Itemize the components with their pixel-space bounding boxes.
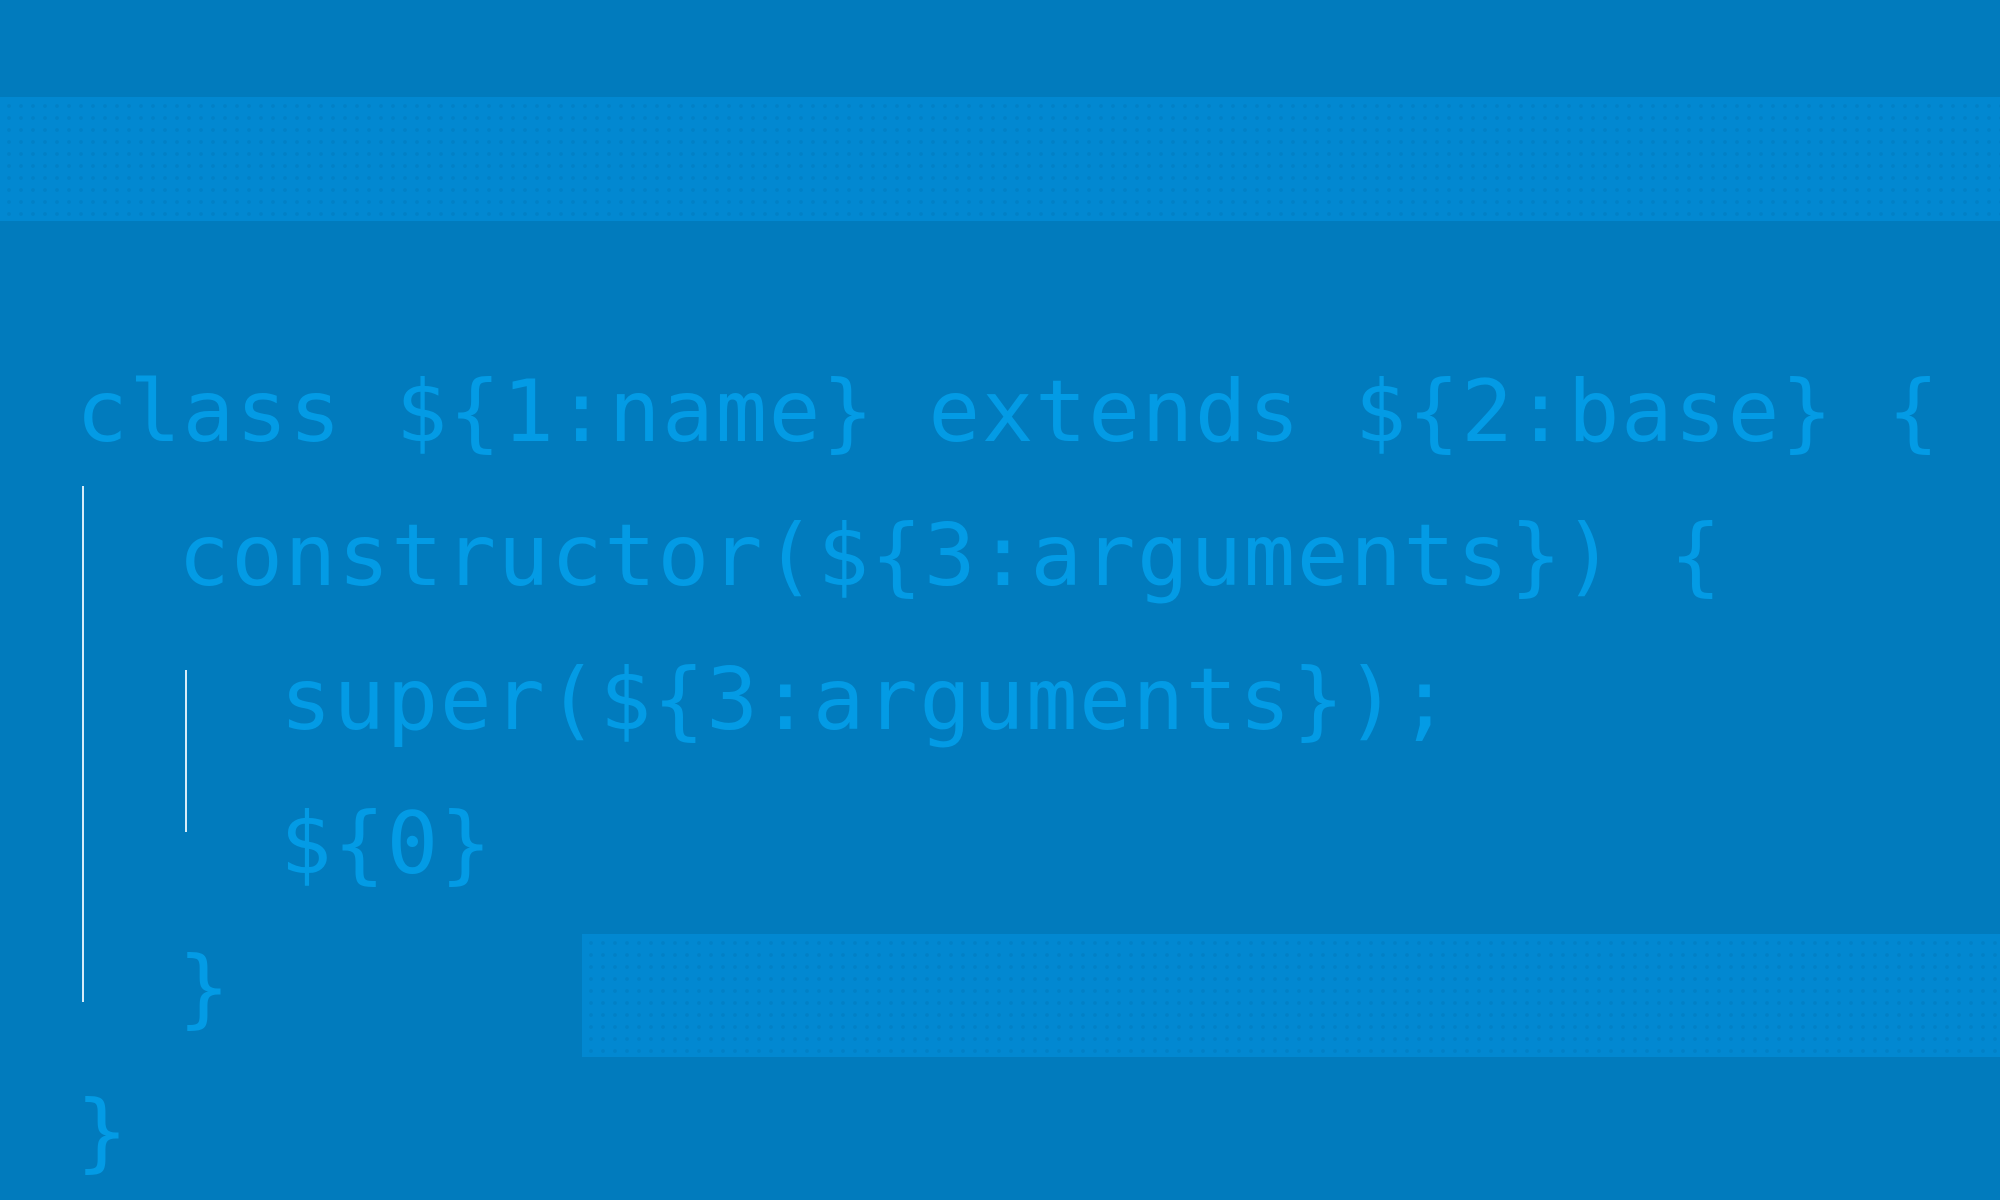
code-line-final-tabstop: ${0} [280, 794, 494, 894]
code-line-constructor-close: } [178, 938, 232, 1038]
code-line-constructor: constructor(${3:arguments}) { [178, 506, 1724, 606]
code-line-class-close: } [76, 1082, 130, 1182]
decorative-band-top [0, 97, 2000, 221]
code-line-super-call: super(${3:arguments}); [280, 650, 1453, 750]
code-snippet: class ${1:name} extends ${2:base} { cons… [76, 340, 1941, 1200]
code-line-class-declaration: class ${1:name} extends ${2:base} { [76, 362, 1941, 462]
